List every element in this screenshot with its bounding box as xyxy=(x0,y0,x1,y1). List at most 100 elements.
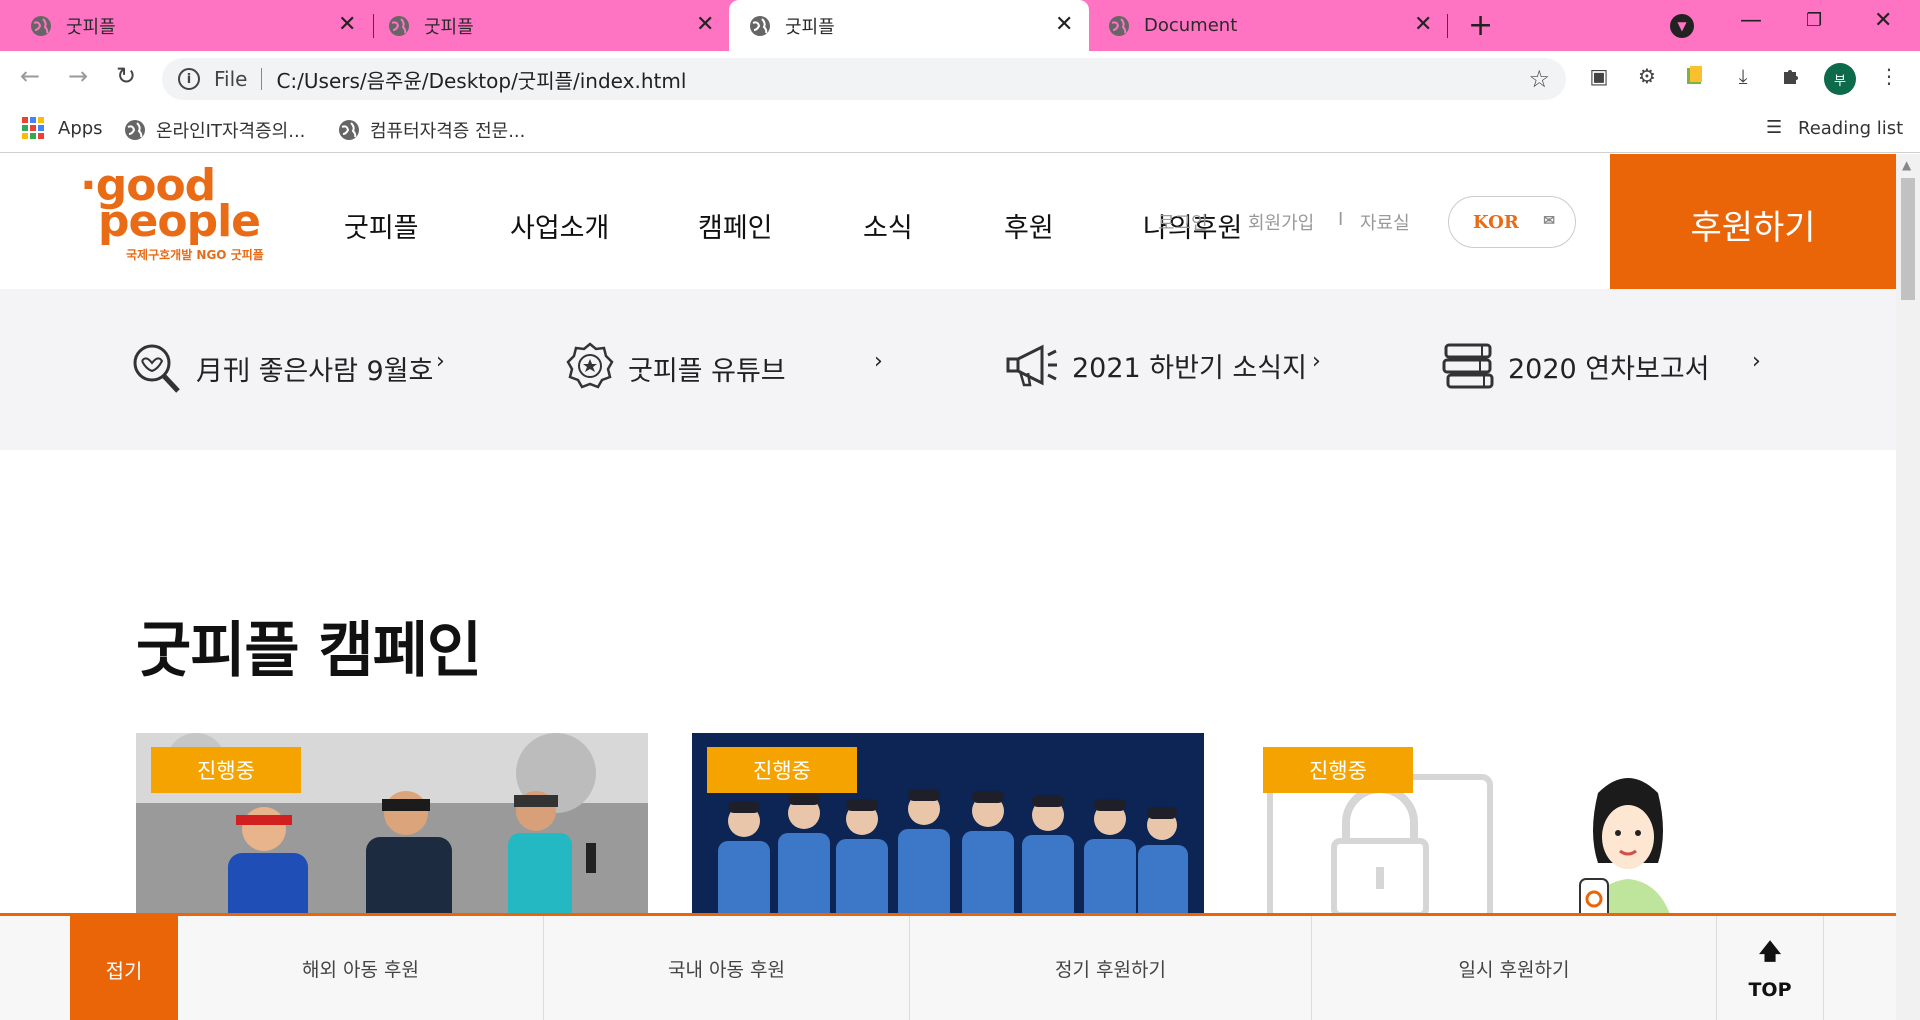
globe-icon xyxy=(389,15,409,36)
language-selector[interactable]: KOR ✉ xyxy=(1448,196,1576,248)
language-label: KOR xyxy=(1473,211,1519,233)
kebab-menu-icon[interactable]: ⋮ xyxy=(1876,64,1902,90)
scroll-top-button[interactable]: 🡅 TOP xyxy=(1716,916,1824,1020)
scrollbar-thumb[interactable] xyxy=(1901,178,1915,300)
megaphone-icon xyxy=(1006,344,1057,387)
tab-title: 굿피플 xyxy=(424,16,474,38)
browser-tabbar: 굿피플 ✕ 굿피플 ✕ 굿피플 ✕ Document ✕ + ▼ — ❐ ✕ xyxy=(0,0,1920,51)
campaign-section-title: 굿피플 캠페인 xyxy=(136,616,482,686)
reading-list-icon: ☰ xyxy=(1766,117,1783,138)
quick-links-bar: 月刊 좋은사람 9월호 › 굿피플 유튜브 › 2021 하반기 소식지 › 2… xyxy=(0,289,1896,450)
bookmark-label: 컴퓨터자격증 전문... xyxy=(370,121,526,142)
gnb-item[interactable]: 캠페인 xyxy=(698,206,773,245)
info-icon[interactable]: i xyxy=(178,68,200,90)
status-badge: 진행중 xyxy=(151,747,301,793)
apps-grid-icon xyxy=(22,117,44,139)
close-window-icon[interactable]: ✕ xyxy=(1874,8,1892,33)
reload-icon[interactable]: ↻ xyxy=(116,62,136,90)
tab-title: 굿피플 xyxy=(785,16,835,38)
chevron-right-icon: › xyxy=(1752,349,1761,374)
fold-button[interactable]: 접기 xyxy=(70,915,178,1020)
top-label: TOP xyxy=(1748,979,1792,1001)
util-separator: I xyxy=(1338,209,1344,230)
quick-link-label: 月刊 좋은사람 9월호 xyxy=(196,355,434,387)
gnb-item[interactable]: 굿피플 xyxy=(344,206,419,245)
overseas-child-sponsor-link[interactable]: 해외 아동 후원 xyxy=(178,916,544,1020)
profile-avatar[interactable]: 부 xyxy=(1824,63,1856,95)
close-icon[interactable]: ✕ xyxy=(338,12,356,37)
books-icon xyxy=(1442,343,1494,389)
tab-search-icon[interactable]: ▼ xyxy=(1670,14,1694,38)
quick-link-label: 굿피플 유튜브 xyxy=(628,355,786,387)
quick-link-annual-report[interactable]: 2020 연차보고서 xyxy=(1442,341,1710,391)
new-tab-button[interactable]: + xyxy=(1468,8,1493,43)
close-icon[interactable]: ✕ xyxy=(1414,12,1432,37)
restore-icon[interactable]: ❐ xyxy=(1806,10,1822,31)
regular-donation-link[interactable]: 정기 후원하기 xyxy=(910,916,1312,1020)
url-text[interactable]: C:/Users/음주윤/Desktop/굿피플/index.html xyxy=(276,65,686,94)
bottom-donate-bar: 접기 해외 아동 후원 국내 아동 후원 정기 후원하기 일시 후원하기 🡅 T… xyxy=(0,913,1896,1020)
address-bar[interactable]: i File C:/Users/음주윤/Desktop/굿피플/index.ht… xyxy=(162,58,1566,100)
back-arrow-icon[interactable]: ← xyxy=(20,62,40,90)
cast-icon[interactable]: ▣ xyxy=(1586,64,1612,90)
scroll-up-icon[interactable]: ▲ xyxy=(1902,158,1911,172)
quick-link-youtube[interactable]: 굿피플 유튜브 xyxy=(566,341,786,395)
quick-link-label: 2020 연차보고서 xyxy=(1508,353,1710,385)
one-time-donation-link[interactable]: 일시 후원하기 xyxy=(1312,916,1716,1020)
logo-tagline: 국제구호개발 NGO 굿피플 xyxy=(126,248,264,262)
globe-icon xyxy=(750,15,770,36)
bookmark-label: Apps xyxy=(58,117,103,139)
arrow-up-icon: 🡅 xyxy=(1758,940,1782,965)
quick-link-magazine[interactable]: 月刊 좋은사람 9월호 xyxy=(128,341,433,395)
browser-tab[interactable]: Document ✕ xyxy=(1088,0,1448,51)
web-page: ·good people 국제구호개발 NGO 굿피플 굿피플 사업소개 캠페인… xyxy=(0,154,1896,1020)
globe-icon xyxy=(1109,15,1129,36)
gnb-item[interactable]: 소식 xyxy=(863,206,913,245)
status-badge: 진행중 xyxy=(707,747,857,793)
reading-list-label: Reading list xyxy=(1798,117,1904,139)
bookmark-star-icon[interactable]: ☆ xyxy=(1528,65,1550,93)
reading-list-button[interactable]: ☰ Reading list xyxy=(1766,117,1903,139)
donate-button[interactable]: 후원하기 xyxy=(1610,154,1896,295)
close-icon[interactable]: ✕ xyxy=(696,12,714,37)
goodpeople-logo[interactable]: ·good people 국제구호개발 NGO 굿피플 xyxy=(72,160,282,262)
browser-tab[interactable]: 굿피플 ✕ xyxy=(0,0,370,51)
join-link[interactable]: 회원가입 xyxy=(1248,209,1314,235)
tab-title: Document xyxy=(1144,15,1238,36)
settings-gear-icon[interactable]: ⚙ xyxy=(1634,64,1660,90)
magnifier-heart-icon xyxy=(133,344,180,393)
globe-icon xyxy=(125,120,145,140)
gnb-item[interactable]: 후원 xyxy=(1004,206,1054,245)
chevron-right-icon: › xyxy=(874,349,883,374)
download-icon[interactable]: ⤓ xyxy=(1730,64,1756,90)
quick-link-newsletter[interactable]: 2021 하반기 소식지 xyxy=(1004,341,1307,389)
login-link[interactable]: 로그인 xyxy=(1158,209,1208,235)
chevron-right-icon: › xyxy=(436,349,445,374)
logo-line2: people xyxy=(98,196,261,247)
bookmark-item[interactable]: 온라인IT자격증의... xyxy=(124,117,305,143)
extension-book-icon[interactable] xyxy=(1682,64,1708,90)
chevron-right-icon: › xyxy=(1312,349,1321,374)
browser-tab[interactable]: 굿피플 ✕ xyxy=(358,0,728,51)
domestic-child-sponsor-link[interactable]: 국내 아동 후원 xyxy=(544,916,910,1020)
bookmarks-bar: Apps 온라인IT자격증의... 컴퓨터자격증 전문... ☰ Reading… xyxy=(0,105,1920,153)
award-badge-icon xyxy=(566,342,614,389)
browser-tab-active[interactable]: 굿피플 ✕ xyxy=(729,0,1089,51)
page-scrollbar[interactable]: ▲ xyxy=(1896,154,1920,1020)
close-icon[interactable]: ✕ xyxy=(1055,12,1073,37)
globe-icon xyxy=(339,120,359,140)
tab-separator xyxy=(1447,14,1448,38)
status-badge: 진행중 xyxy=(1263,747,1413,793)
quick-link-label: 2021 하반기 소식지 xyxy=(1072,352,1307,384)
minimize-icon[interactable]: — xyxy=(1740,8,1762,33)
bookmark-item[interactable]: 컴퓨터자격증 전문... xyxy=(338,117,525,143)
tab-title: 굿피플 xyxy=(66,16,116,38)
gnb-item[interactable]: 사업소개 xyxy=(510,206,609,245)
url-divider xyxy=(261,68,263,90)
archive-link[interactable]: 자료실 xyxy=(1360,209,1410,235)
apps-bookmark[interactable]: Apps xyxy=(22,117,103,139)
url-scheme: File xyxy=(214,67,248,91)
bookmark-label: 온라인IT자격증의... xyxy=(156,121,306,142)
forward-arrow-icon[interactable]: → xyxy=(68,62,88,90)
puzzle-extensions-icon[interactable] xyxy=(1778,64,1804,90)
